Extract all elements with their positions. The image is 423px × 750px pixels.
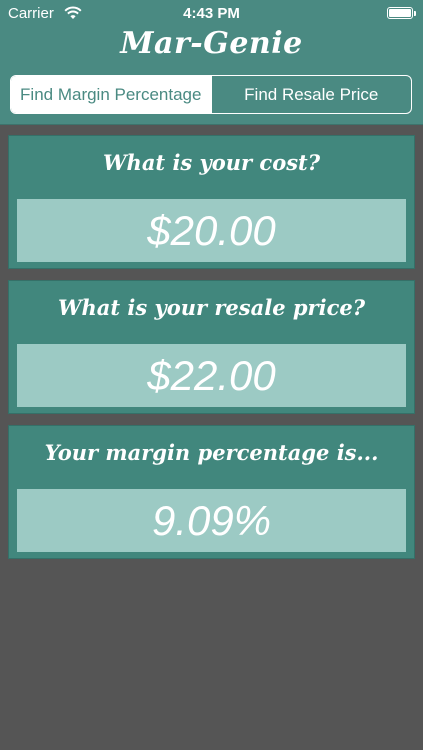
mode-segmented-control: Find Margin Percentage Find Resale Price xyxy=(10,75,412,114)
tab-find-resale-price[interactable]: Find Resale Price xyxy=(210,76,412,113)
status-time: 4:43 PM xyxy=(183,5,240,22)
cost-card: What is your cost? $20.00 xyxy=(8,135,415,269)
cost-input[interactable]: $20.00 xyxy=(17,199,406,262)
margin-percentage-value: 9.09% xyxy=(17,489,406,552)
app-header: Carrier 4:43 PM Mar-Genie Find Margin Pe… xyxy=(0,0,423,125)
tab-find-margin-percentage[interactable]: Find Margin Percentage xyxy=(11,76,211,113)
status-bar: Carrier 4:43 PM xyxy=(0,0,423,28)
result-label: Your margin percentage is... xyxy=(44,440,379,465)
battery-icon xyxy=(387,7,416,19)
resale-question: What is your resale price? xyxy=(57,295,366,320)
resale-price-input[interactable]: $22.00 xyxy=(17,344,406,407)
app-title: Mar-Genie xyxy=(120,26,303,61)
resale-card: What is your resale price? $22.00 xyxy=(8,280,415,414)
cost-question: What is your cost? xyxy=(102,150,321,175)
result-card: Your margin percentage is... 9.09% xyxy=(8,425,415,559)
